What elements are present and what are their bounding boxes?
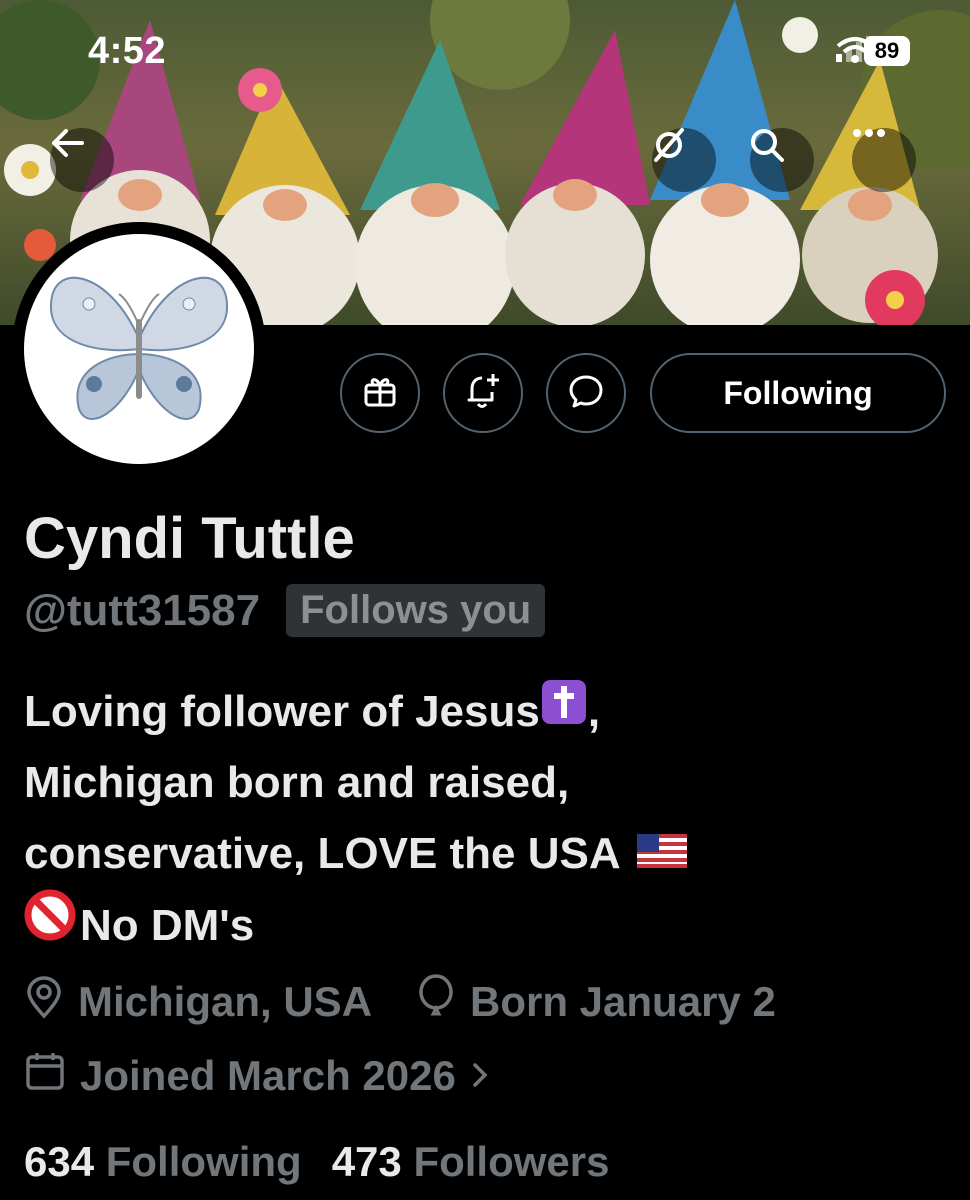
cross-emoji (540, 676, 588, 747)
following-button[interactable]: Following (650, 353, 946, 433)
gift-button[interactable] (340, 353, 420, 433)
us-flag-emoji (636, 818, 687, 889)
followers-stat[interactable]: 473 Followers (332, 1138, 610, 1186)
followers-count: 473 (331, 1138, 402, 1185)
joined-item[interactable]: Joined March 2026 (24, 1050, 490, 1102)
joined-text: Joined March 2026 (80, 1052, 456, 1099)
following-label: Following (105, 1138, 302, 1185)
location-text: Michigan, USA (78, 978, 373, 1025)
notify-button[interactable] (443, 353, 523, 433)
search-button[interactable] (750, 128, 814, 192)
following-count: 634 (24, 1138, 95, 1185)
status-icons: 89 (836, 36, 910, 66)
meta-row-1: Michigan, USA Born January 2 (24, 974, 776, 1030)
gift-icon (362, 373, 398, 414)
profile-avatar[interactable] (12, 222, 266, 476)
location-pin-icon (24, 975, 64, 1029)
birthday-item: Born January 2 (416, 974, 776, 1030)
calendar-icon (24, 1050, 66, 1102)
bell-plus-icon (465, 372, 501, 415)
user-handle: @tutt31587 (24, 585, 261, 635)
back-button[interactable] (50, 128, 114, 192)
bio-line-4: No DM's (80, 901, 255, 950)
display-name: Cyndi Tuttle (24, 506, 355, 571)
message-button[interactable] (546, 353, 626, 433)
more-button[interactable] (852, 128, 916, 192)
chevron-right-icon (470, 1052, 490, 1100)
followers-label: Followers (413, 1138, 610, 1185)
status-time: 4:52 (88, 30, 167, 72)
grok-button[interactable] (652, 128, 716, 192)
following-stat[interactable]: 634 Following (24, 1138, 302, 1186)
bio-line-2: Michigan born and raised, (24, 758, 570, 807)
profile-bio: Loving follower of Jesus , Michigan born… (24, 676, 944, 962)
follows-you-badge: Follows you (286, 584, 546, 637)
meta-row-2[interactable]: Joined March 2026 (24, 1050, 490, 1102)
bio-line-1: Loving follower of Jesus (24, 687, 540, 736)
handle-row: @tutt31587 Follows you (24, 584, 546, 637)
bio-line-1-end: , (587, 687, 601, 736)
birthday-text: Born January 2 (470, 978, 776, 1025)
butterfly-image (49, 276, 229, 420)
message-icon (568, 373, 604, 414)
follow-stats: 634 Following 473 Followers (24, 1138, 610, 1186)
balloon-icon (416, 974, 456, 1030)
bio-line-3: conservative, LOVE the USA (24, 829, 621, 878)
no-entry-emoji (24, 889, 76, 962)
location-item: Michigan, USA (24, 975, 372, 1029)
